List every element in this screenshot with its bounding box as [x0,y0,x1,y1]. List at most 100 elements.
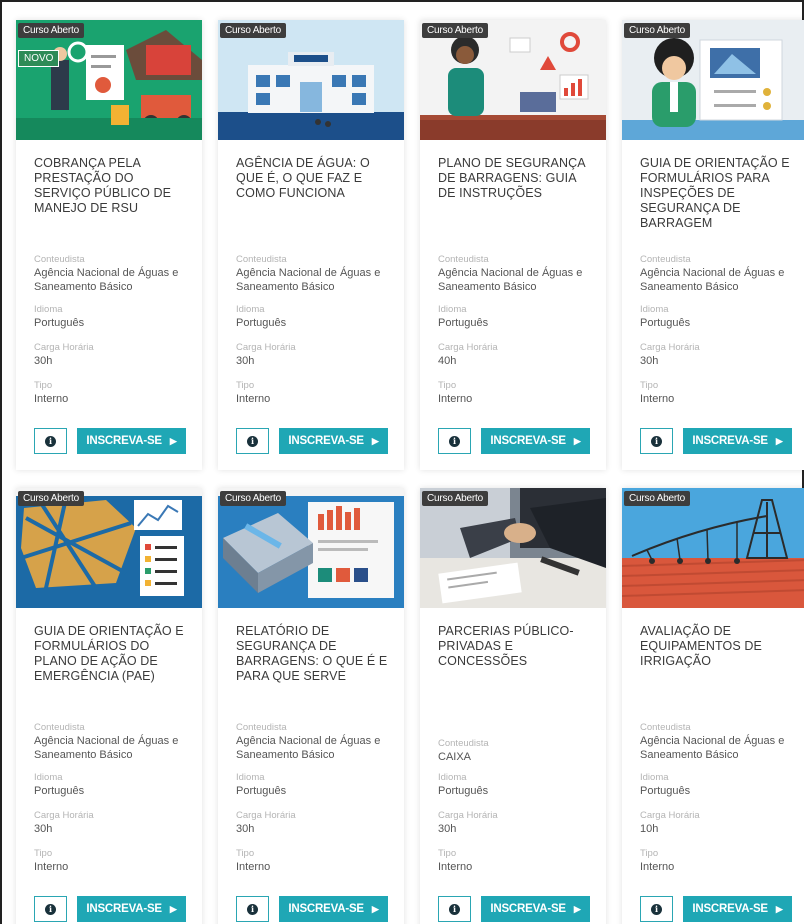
card-actions: i INSCREVA-SE ▶ [236,428,388,454]
type-label: Tipo [438,848,457,859]
course-thumbnail[interactable]: Curso Aberto [218,20,404,140]
enroll-button[interactable]: INSCREVA-SE ▶ [279,428,388,454]
enroll-label: INSCREVA-SE [692,903,768,915]
contentist-field: Conteudista CAIXA [438,738,598,764]
course-card: Curso Aberto AGÊNCIA DE ÁGUA: O QUE É, O… [218,20,404,470]
course-thumbnail[interactable]: Curso Aberto [218,488,404,608]
info-button[interactable]: i [34,896,67,922]
course-thumbnail[interactable]: Curso Aberto [420,488,606,608]
info-button[interactable]: i [438,428,471,454]
enroll-label: INSCREVA-SE [692,435,768,447]
hours-field: Carga Horária 30h [34,810,194,836]
language-field: Idioma Português [34,772,194,798]
type-field: Tipo Interno [438,380,598,406]
enroll-label: INSCREVA-SE [288,435,364,447]
enroll-button[interactable]: INSCREVA-SE ▶ [279,896,388,922]
enroll-button[interactable]: INSCREVA-SE ▶ [683,428,792,454]
chevron-right-icon: ▶ [169,903,177,914]
info-button[interactable]: i [34,428,67,454]
type-label: Tipo [236,848,255,859]
info-button[interactable]: i [236,428,269,454]
info-button[interactable]: i [236,896,269,922]
course-thumbnail[interactable]: Curso Aberto [622,20,804,140]
course-thumbnail[interactable]: Curso Aberto [16,488,202,608]
language-label: Idioma [438,772,467,783]
course-title[interactable]: AVALIAÇÃO DE EQUIPAMENTOS DE IRRIGAÇÃO [640,624,798,669]
hours-field: Carga Horária 30h [640,342,800,368]
course-card: Curso Aberto PLANO DE SEGURANÇA DE BARRA… [420,20,606,470]
type-value: Interno [438,861,473,873]
info-button[interactable]: i [438,896,471,922]
course-title[interactable]: GUIA DE ORIENTAÇÃO E FORMULÁRIOS DO PLAN… [34,624,192,684]
hours-label: Carga Horária [640,342,700,353]
language-label: Idioma [236,304,265,315]
enroll-button[interactable]: INSCREVA-SE ▶ [683,896,792,922]
contentist-label: Conteudista [236,722,287,733]
language-value: Português [438,317,489,329]
type-field: Tipo Interno [34,848,194,874]
enroll-label: INSCREVA-SE [86,903,162,915]
course-title[interactable]: PARCERIAS PÚBLICO-PRIVADAS E CONCESSÕES [438,624,596,669]
language-value: Português [640,317,691,329]
course-status-badge: Curso Aberto [422,23,488,38]
contentist-value: Agência Nacional de Águas e Saneamento B… [236,735,381,761]
chevron-right-icon: ▶ [573,435,581,446]
enroll-button[interactable]: INSCREVA-SE ▶ [481,428,590,454]
enroll-label: INSCREVA-SE [86,435,162,447]
type-label: Tipo [34,848,53,859]
course-card: Curso Aberto AVALIAÇÃO DE EQUIPAMENTOS D… [622,488,804,924]
contentist-label: Conteudista [438,738,489,749]
course-title[interactable]: AGÊNCIA DE ÁGUA: O QUE É, O QUE FAZ E CO… [236,156,394,201]
hours-value: 30h [236,355,255,367]
course-title[interactable]: RELATÓRIO DE SEGURANÇA DE BARRAGENS: O Q… [236,624,394,684]
language-label: Idioma [640,772,669,783]
language-field: Idioma Português [640,772,800,798]
type-field: Tipo Interno [236,848,396,874]
language-field: Idioma Português [236,304,396,330]
contentist-field: Conteudista Agência Nacional de Águas e … [438,254,598,294]
enroll-button[interactable]: INSCREVA-SE ▶ [77,896,186,922]
enroll-label: INSCREVA-SE [490,903,566,915]
language-value: Português [34,785,85,797]
course-title[interactable]: PLANO DE SEGURANÇA DE BARRAGENS: GUIA DE… [438,156,596,201]
language-value: Português [236,785,287,797]
type-value: Interno [34,861,69,873]
contentist-field: Conteudista Agência Nacional de Águas e … [236,722,396,762]
contentist-label: Conteudista [236,254,287,265]
course-status-badge: Curso Aberto [220,491,286,506]
hours-label: Carga Horária [34,342,94,353]
hours-value: 40h [438,355,457,367]
chevron-right-icon: ▶ [775,435,783,446]
language-label: Idioma [34,304,63,315]
card-actions: i INSCREVA-SE ▶ [34,896,186,922]
course-title[interactable]: COBRANÇA PELA PRESTAÇÃO DO SERVIÇO PÚBLI… [34,156,192,216]
info-button[interactable]: i [640,428,673,454]
hours-label: Carga Horária [34,810,94,821]
enroll-button[interactable]: INSCREVA-SE ▶ [77,428,186,454]
language-field: Idioma Português [640,304,800,330]
contentist-label: Conteudista [640,254,691,265]
course-status-badge: Curso Aberto [18,491,84,506]
chevron-right-icon: ▶ [573,903,581,914]
card-actions: i INSCREVA-SE ▶ [34,428,186,454]
contentist-value: Agência Nacional de Águas e Saneamento B… [640,735,785,761]
course-thumbnail[interactable]: Curso Aberto [622,488,804,608]
contentist-label: Conteudista [34,722,85,733]
contentist-field: Conteudista Agência Nacional de Águas e … [236,254,396,294]
info-button[interactable]: i [640,896,673,922]
info-icon: i [45,435,56,447]
info-icon: i [449,435,460,447]
course-thumbnail[interactable]: Curso Aberto [420,20,606,140]
dam-safety-report-illustration [218,488,404,608]
course-thumbnail[interactable]: Curso Aberto NOVO [16,20,202,140]
type-field: Tipo Interno [640,380,800,406]
course-title[interactable]: GUIA DE ORIENTAÇÃO E FORMULÁRIOS PARA IN… [640,156,798,231]
type-value: Interno [438,393,473,405]
language-field: Idioma Português [34,304,194,330]
enroll-button[interactable]: INSCREVA-SE ▶ [481,896,590,922]
type-field: Tipo Interno [34,380,194,406]
course-grid: Curso Aberto NOVO COBRANÇA PELA PRESTAÇÃ… [16,20,804,924]
card-actions: i INSCREVA-SE ▶ [438,428,590,454]
card-actions: i INSCREVA-SE ▶ [236,896,388,922]
type-label: Tipo [34,380,53,391]
